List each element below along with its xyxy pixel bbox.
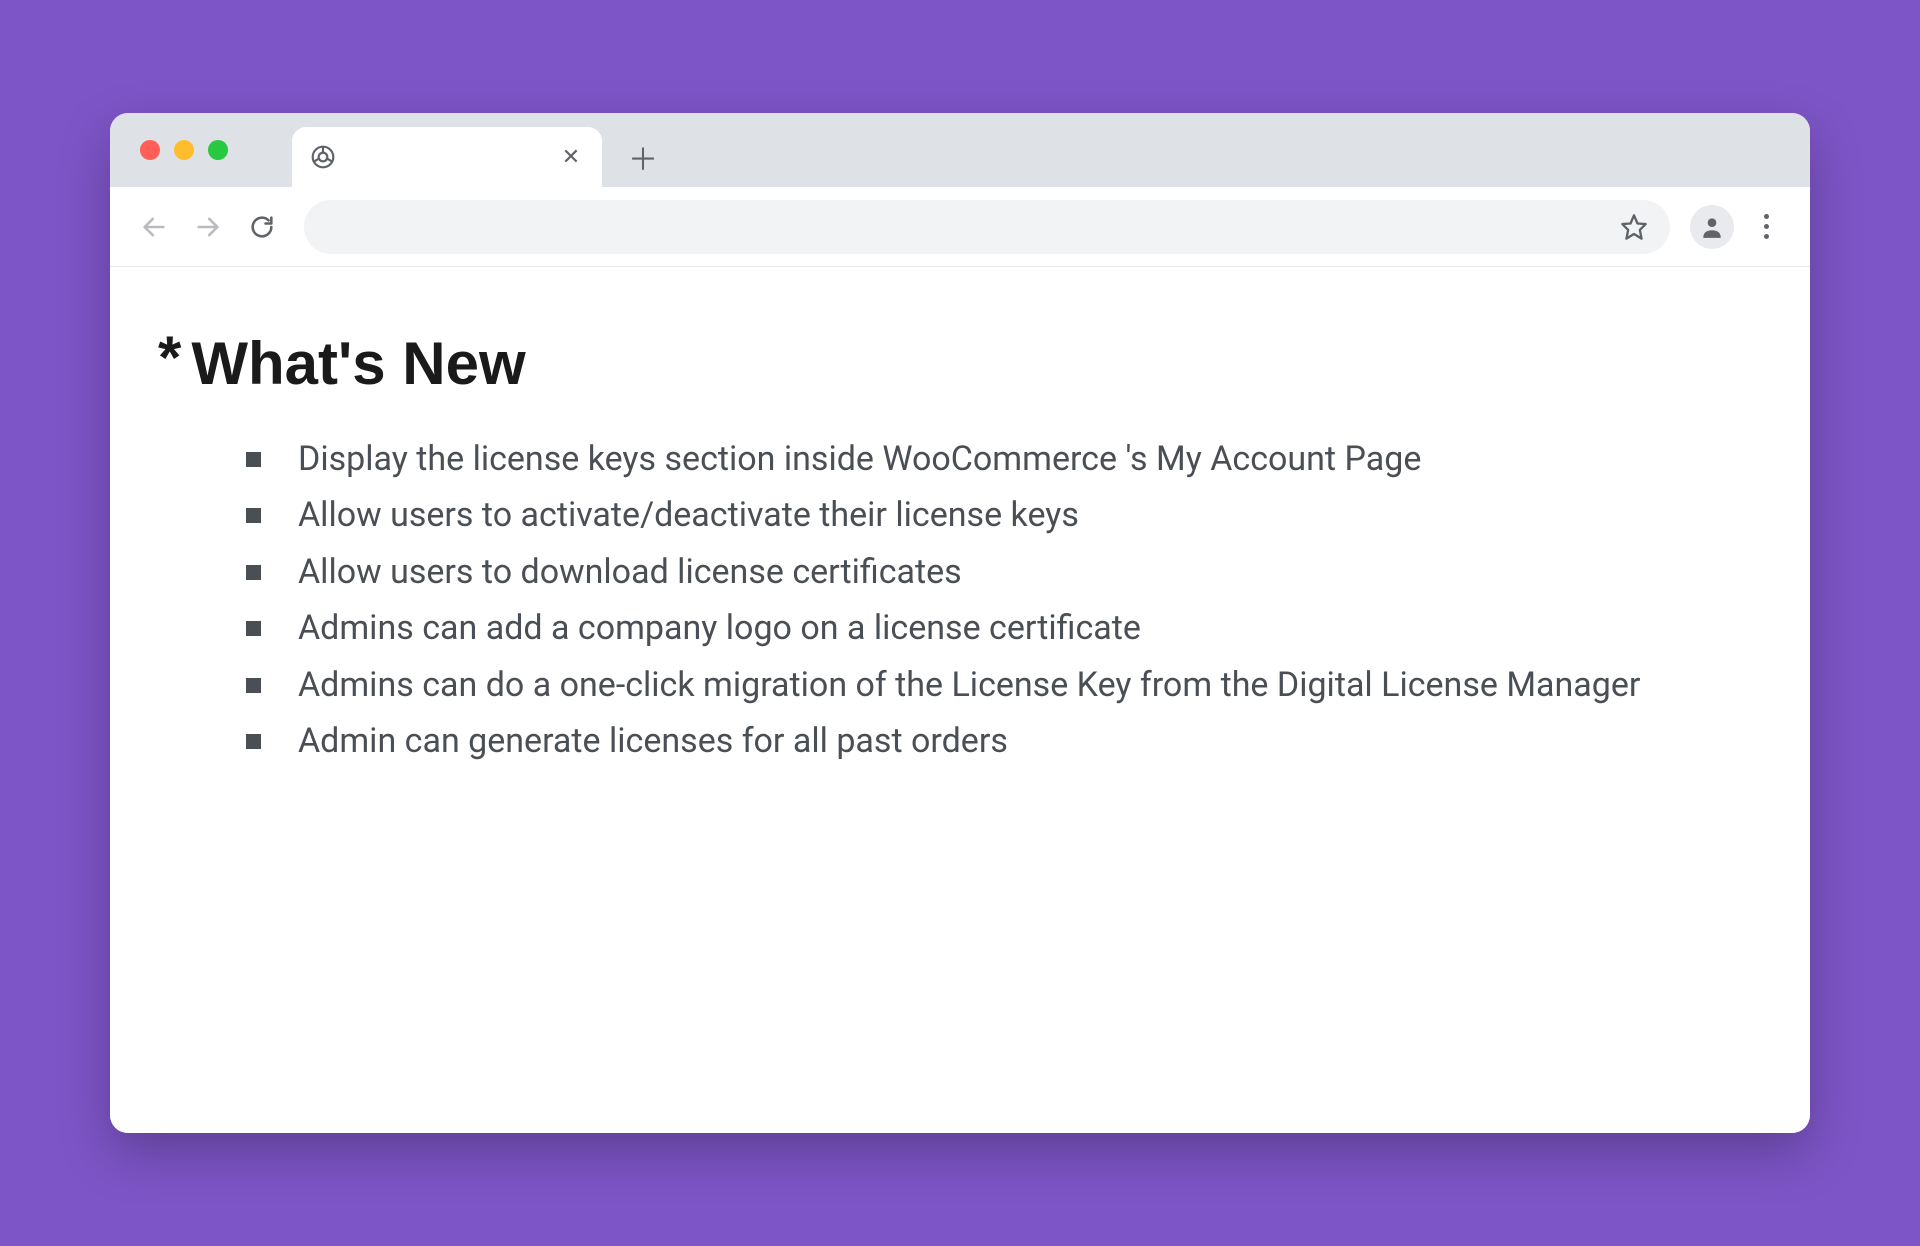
tab-strip: ✕ ＋: [110, 113, 1810, 187]
window-traffic-lights: [140, 140, 228, 160]
window-maximize-button[interactable]: [208, 140, 228, 160]
list-item: Allow users to download license certific…: [246, 545, 1754, 599]
new-tab-button[interactable]: ＋: [620, 134, 666, 180]
bookmark-star-icon[interactable]: [1612, 205, 1656, 249]
heading-asterisk: *: [158, 323, 181, 392]
page-heading: *What's New: [158, 323, 1754, 398]
heading-text: What's New: [191, 330, 525, 397]
profile-avatar-button[interactable]: [1690, 205, 1734, 249]
list-item: Display the license keys section inside …: [246, 432, 1754, 486]
page-content: *What's New Display the license keys sec…: [110, 267, 1810, 1133]
list-item: Admin can generate licenses for all past…: [246, 714, 1754, 768]
address-bar[interactable]: [304, 200, 1670, 254]
list-item: Admins can add a company logo on a licen…: [246, 601, 1754, 655]
back-button[interactable]: [132, 205, 176, 249]
browser-window: ✕ ＋ *What's New Display the l: [110, 113, 1810, 1133]
browser-toolbar: [110, 187, 1810, 267]
browser-menu-button[interactable]: [1744, 205, 1788, 249]
window-close-button[interactable]: [140, 140, 160, 160]
list-item: Allow users to activate/deactivate their…: [246, 488, 1754, 542]
window-minimize-button[interactable]: [174, 140, 194, 160]
feature-list: Display the license keys section inside …: [158, 432, 1754, 768]
chrome-favicon-icon: [310, 144, 336, 170]
reload-button[interactable]: [240, 205, 284, 249]
forward-button[interactable]: [186, 205, 230, 249]
browser-tab[interactable]: ✕: [292, 127, 602, 187]
tab-close-button[interactable]: ✕: [558, 144, 584, 170]
list-item: Admins can do a one-click migration of t…: [246, 658, 1754, 712]
